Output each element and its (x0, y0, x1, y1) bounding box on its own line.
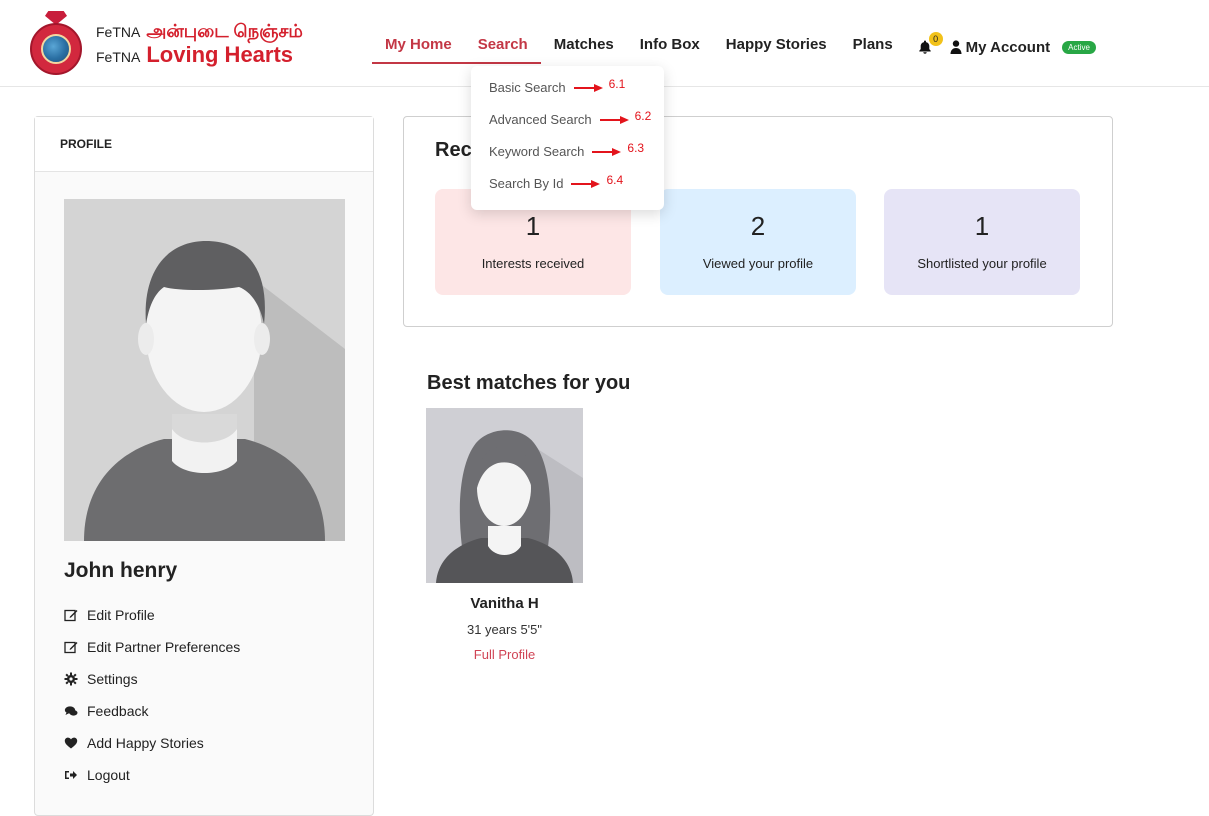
match-card: Vanitha H 31 years 5'5" Full Profile (426, 408, 583, 662)
menu-label: Feedback (87, 703, 149, 719)
heart-icon (64, 737, 78, 749)
stat-viewed-profile[interactable]: 2 Viewed your profile (660, 189, 856, 295)
menu-label: Edit Profile (87, 607, 155, 623)
nav-info-box[interactable]: Info Box (627, 30, 713, 64)
profile-card: PROFILE John henry Edit Profile Edit Par… (34, 116, 374, 816)
notification-count-badge: 0 (928, 32, 943, 46)
logo-prefix-1: FeTNA (96, 24, 141, 40)
female-avatar-icon (426, 408, 583, 583)
annotation-number: 6.3 (627, 140, 645, 155)
best-matches-title: Best matches for you (427, 372, 631, 394)
nav-my-home[interactable]: My Home (372, 30, 465, 64)
my-account-label: My Account (965, 38, 1051, 56)
feedback-link[interactable]: Feedback (64, 695, 240, 727)
nav-search[interactable]: Search (464, 30, 541, 64)
edit-icon (64, 641, 78, 654)
menu-label: Settings (87, 671, 138, 687)
edit-icon (64, 609, 78, 622)
logo-prefix-2: FeTNA (96, 48, 141, 65)
logo-text: FeTNA அன்புடை நெஞ்சம் FeTNA Loving Heart… (96, 22, 303, 66)
male-avatar-icon (64, 199, 345, 541)
full-profile-link[interactable]: Full Profile (426, 647, 583, 662)
stat-label: Shortlisted your profile (917, 256, 1047, 271)
nav-matches[interactable]: Matches (541, 30, 627, 64)
annotation-number: 6.1 (608, 76, 626, 91)
profile-avatar[interactable] (64, 199, 345, 541)
menu-item-label: Basic Search (489, 80, 566, 95)
stat-label: Interests received (481, 256, 585, 271)
search-dropdown-menu: Basic Search 6.1 Advanced Search 6.2 Key… (471, 66, 664, 210)
add-happy-stories-link[interactable]: Add Happy Stories (64, 727, 240, 759)
annotation-number: 6.4 (606, 172, 624, 187)
stat-label: Viewed your profile (702, 256, 814, 271)
nav-plans[interactable]: Plans (840, 30, 906, 64)
recent-activity-title: Rec (435, 139, 472, 161)
annotation-number: 6.2 (634, 108, 652, 123)
menu-item-basic-search[interactable]: Basic Search 6.1 (489, 76, 626, 96)
site-logo[interactable]: FeTNA அன்புடை நெஞ்சம் FeTNA Loving Heart… (26, 8, 326, 80)
user-icon (950, 40, 962, 54)
menu-item-search-by-id[interactable]: Search By Id 6.4 (489, 172, 624, 192)
annotation-arrow-icon (592, 147, 622, 156)
menu-item-label: Search By Id (489, 176, 564, 191)
stat-value: 2 (750, 211, 766, 241)
menu-item-keyword-search[interactable]: Keyword Search 6.3 (489, 140, 645, 160)
main-nav: My Home Search Matches Info Box Happy St… (372, 30, 1096, 64)
profile-menu: Edit Profile Edit Partner Preferences Se… (64, 599, 240, 791)
account-status-badge: Active (1062, 40, 1096, 54)
stat-value: 1 (525, 211, 541, 241)
match-age-height: 31 years 5'5" (466, 622, 543, 637)
annotation-arrow-icon (573, 83, 603, 92)
notifications-button[interactable]: 0 (916, 32, 943, 62)
profile-name: John henry (64, 559, 178, 582)
menu-label: Edit Partner Preferences (87, 639, 241, 655)
gear-icon (64, 672, 78, 686)
stat-value: 1 (974, 211, 990, 241)
menu-item-label: Keyword Search (489, 144, 585, 159)
nav-happy-stories[interactable]: Happy Stories (713, 30, 840, 64)
logout-icon (65, 771, 77, 779)
edit-partner-preferences-link[interactable]: Edit Partner Preferences (64, 631, 240, 663)
stat-shortlisted-profile[interactable]: 1 Shortlisted your profile (884, 189, 1080, 295)
comments-icon (64, 706, 78, 716)
settings-link[interactable]: Settings (64, 663, 240, 695)
my-account-menu[interactable]: My Account Active (950, 39, 1096, 56)
menu-label: Logout (87, 767, 130, 783)
match-avatar[interactable] (426, 408, 583, 583)
menu-label: Add Happy Stories (87, 735, 204, 751)
logo-emblem-icon (26, 11, 88, 77)
logo-tamil-title: அன்புடை நெஞ்சம் (146, 21, 303, 41)
menu-item-advanced-search[interactable]: Advanced Search 6.2 (489, 108, 652, 128)
profile-heading: PROFILE (35, 117, 373, 172)
annotation-arrow-icon (599, 115, 629, 124)
annotation-arrow-icon (571, 179, 601, 188)
match-name: Vanitha H (470, 595, 539, 612)
logo-main-title: Loving Hearts (146, 41, 294, 67)
edit-profile-link[interactable]: Edit Profile (64, 599, 240, 631)
menu-item-label: Advanced Search (489, 112, 592, 127)
logout-link[interactable]: Logout (64, 759, 240, 791)
